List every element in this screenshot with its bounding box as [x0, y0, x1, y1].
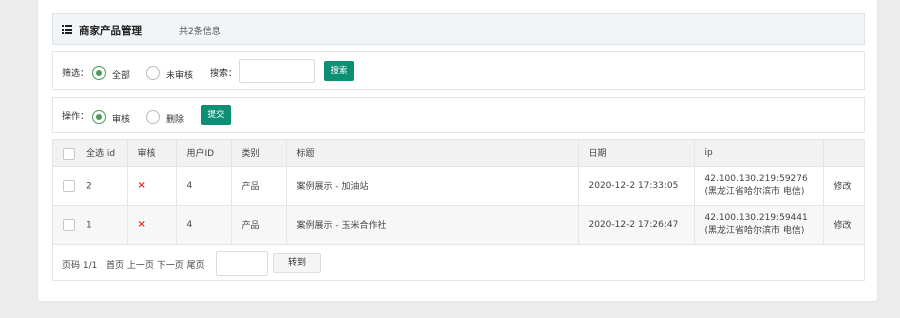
search-button[interactable]: 搜索 — [324, 61, 354, 81]
data-table: 全选 id 审核 用户ID 类别 标题 日期 ip 2 × 4 产品 案例展示 … — [53, 140, 864, 245]
action-delete-label[interactable]: 删除 — [166, 112, 184, 125]
ip-location: (黑龙江省哈尔滨市 电信) — [704, 186, 805, 197]
col-header: 用户ID — [186, 149, 215, 160]
col-header: 日期 — [588, 149, 607, 160]
submit-button[interactable]: 提交 — [201, 105, 231, 125]
ip-address: 42.100.130.219:59276 — [704, 173, 808, 184]
cell-category: 产品 — [230, 204, 287, 245]
row-checkbox[interactable] — [63, 218, 75, 231]
main-panel: 商家产品管理 共2条信息 筛选： 全部 未审核 搜索： 搜索 操作： 审核 删除… — [37, 0, 878, 302]
cell-title: 案例展示 - 加油站 — [285, 165, 579, 206]
table-row: 2 × 4 产品 案例展示 - 加油站 2020-12-2 17:33:05 4… — [53, 165, 864, 206]
action-audit-radio[interactable] — [92, 110, 106, 124]
cell-title: 案例展示 - 玉米合作社 — [285, 204, 579, 245]
row-id: 1 — [86, 220, 92, 230]
cell-id: 2 — [53, 165, 128, 206]
filter-all-radio[interactable] — [92, 66, 106, 80]
col-ip: ip — [693, 140, 824, 167]
page-nav-links[interactable]: 首页 上一页 下一页 尾页 — [106, 258, 205, 271]
row-checkbox[interactable] — [63, 179, 75, 192]
col-action — [822, 140, 864, 167]
action-label: 操作： — [62, 112, 90, 122]
pagination: 页码 1/1 首页 上一页 下一页 尾页 转到 — [53, 246, 864, 281]
filter-bar: 筛选： 全部 未审核 搜索： 搜索 — [52, 51, 865, 90]
cell-id: 1 — [53, 204, 128, 245]
row-id: 2 — [86, 181, 92, 191]
cell-user-id: 4 — [175, 204, 232, 245]
col-date: 日期 — [577, 140, 695, 167]
col-header: ip — [704, 147, 713, 158]
filter-unaudited-label[interactable]: 未审核 — [166, 68, 193, 81]
cell-audit: × — [126, 204, 177, 245]
action-bar: 操作： 审核 删除 提交 — [52, 97, 865, 133]
action-delete-radio[interactable] — [146, 110, 160, 124]
ip-address: 42.100.130.219:59441 — [704, 212, 808, 223]
panel-header: 商家产品管理 共2条信息 — [52, 13, 865, 45]
edit-link[interactable]: 修改 — [822, 165, 864, 206]
cell-user-id: 4 — [175, 165, 232, 206]
col-header: 标题 — [296, 149, 315, 160]
reject-icon: × — [137, 180, 146, 191]
action-audit-label[interactable]: 审核 — [112, 112, 130, 125]
filter-all-label[interactable]: 全部 — [112, 68, 130, 81]
col-user-id: 用户ID — [175, 140, 232, 167]
select-all-checkbox[interactable] — [63, 147, 75, 160]
col-category: 类别 — [230, 140, 287, 167]
page-info: 页码 1/1 — [62, 261, 98, 271]
filter-unaudited-radio[interactable] — [146, 66, 160, 80]
table-row: 1 × 4 产品 案例展示 - 玉米合作社 2020-12-2 17:26:47… — [53, 204, 864, 245]
data-table-panel: 全选 id 审核 用户ID 类别 标题 日期 ip 2 × 4 产品 案例展示 … — [52, 139, 865, 281]
page-title: 商家产品管理 — [79, 25, 142, 37]
goto-button[interactable]: 转到 — [273, 253, 321, 273]
cell-category: 产品 — [230, 165, 287, 206]
col-header: 类别 — [241, 149, 260, 160]
cell-date: 2020-12-2 17:33:05 — [577, 165, 695, 206]
col-header: 审核 — [137, 149, 156, 160]
list-icon — [62, 25, 72, 34]
ip-location: (黑龙江省哈尔滨市 电信) — [704, 225, 805, 236]
reject-icon: × — [137, 219, 146, 230]
cell-date: 2020-12-2 17:26:47 — [577, 204, 695, 245]
record-count: 共2条信息 — [179, 27, 221, 37]
col-header: 全选 id — [86, 149, 116, 159]
cell-audit: × — [126, 165, 177, 206]
search-label: 搜索： — [210, 69, 238, 79]
search-input[interactable] — [239, 59, 315, 83]
col-select-id: 全选 id — [53, 140, 128, 167]
cell-ip: 42.100.130.219:59276 (黑龙江省哈尔滨市 电信) — [693, 165, 824, 206]
page-number-input[interactable] — [216, 251, 268, 276]
col-title: 标题 — [285, 140, 579, 167]
cell-ip: 42.100.130.219:59441 (黑龙江省哈尔滨市 电信) — [693, 204, 824, 245]
edit-link[interactable]: 修改 — [822, 204, 864, 245]
table-header-row: 全选 id 审核 用户ID 类别 标题 日期 ip — [53, 140, 864, 167]
filter-label: 筛选： — [62, 69, 90, 79]
col-audit: 审核 — [126, 140, 177, 167]
